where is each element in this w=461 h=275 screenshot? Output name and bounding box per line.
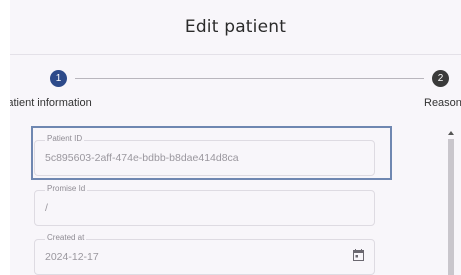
title-divider (10, 54, 461, 55)
created-at-field[interactable]: Created at 2024-12-17 (34, 233, 375, 275)
created-at-value: 2024-12-17 (45, 251, 99, 263)
calendar-icon[interactable] (353, 249, 364, 261)
created-at-label: Created at (45, 233, 87, 242)
edit-patient-dialog: Edit patient 1 2 Patient information Rea… (10, 0, 461, 275)
patient-id-highlight (31, 126, 392, 180)
step-connector (75, 78, 424, 79)
step-1-indicator[interactable]: 1 (50, 70, 67, 87)
dialog-title: Edit patient (184, 17, 287, 37)
promise-id-label: Promise Id (45, 184, 88, 193)
step-2-label[interactable]: Reason (424, 97, 461, 109)
promise-id-value: / (45, 202, 48, 214)
step-1-label[interactable]: Patient information (10, 97, 92, 109)
scrollbar-thumb[interactable] (448, 139, 454, 275)
promise-id-field[interactable]: Promise Id / (34, 184, 375, 226)
scroll-up-arrow-icon[interactable] (448, 131, 454, 135)
step-2-indicator[interactable]: 2 (432, 70, 449, 87)
